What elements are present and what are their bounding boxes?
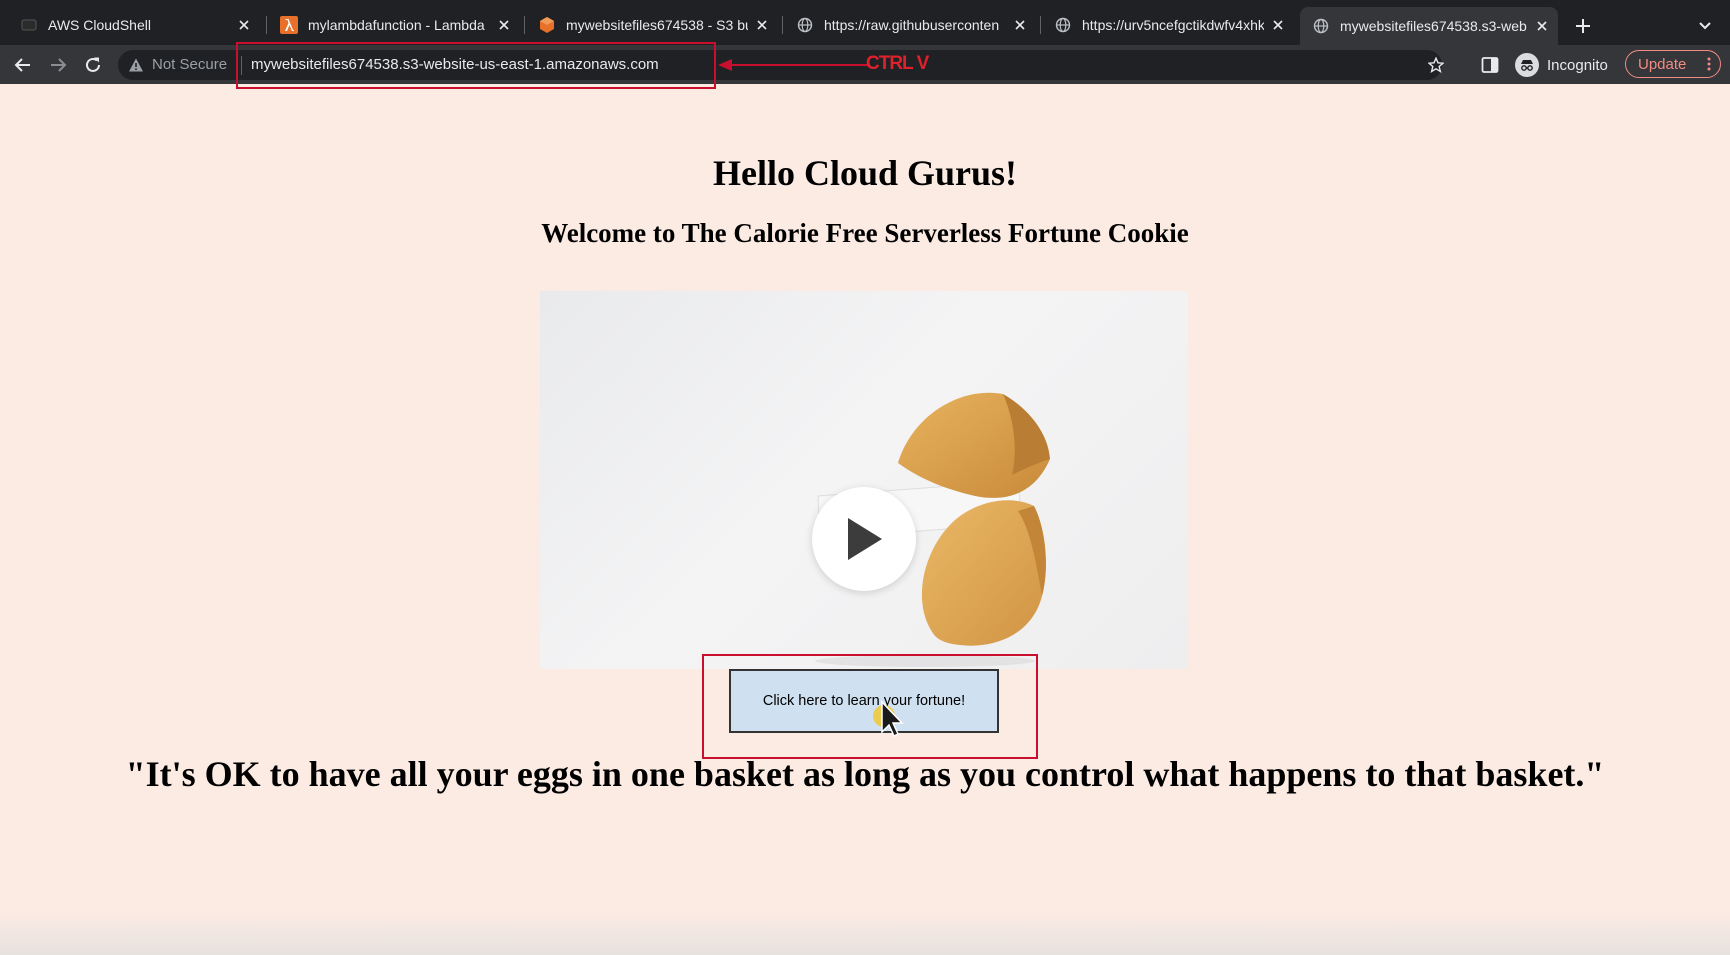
tab-title: AWS CloudShell: [48, 17, 151, 33]
forward-button[interactable]: [46, 53, 70, 77]
lambda-icon: [280, 16, 298, 34]
tab-separator: [524, 16, 525, 34]
tab-title: https://raw.githubuserconten: [824, 17, 1000, 33]
reload-icon: [86, 57, 100, 72]
incognito-icon: [1515, 53, 1539, 77]
tab-raw-github[interactable]: https://raw.githubuserconten: [784, 9, 1036, 41]
new-tab-button[interactable]: [1570, 13, 1596, 39]
tab-separator: [1040, 16, 1041, 34]
globe-icon: [1054, 16, 1072, 34]
update-label: Update: [1638, 55, 1687, 73]
profile-label: Incognito: [1547, 56, 1608, 74]
close-icon[interactable]: [496, 17, 512, 33]
close-icon[interactable]: [754, 17, 770, 33]
tab-s3-website[interactable]: mywebsitefiles674538.s3-web: [1300, 7, 1558, 45]
tab-api-endpoint[interactable]: https://urv5ncefgctikdwfv4xhk: [1042, 9, 1294, 41]
close-icon[interactable]: [236, 17, 252, 33]
globe-icon: [796, 16, 814, 34]
globe-icon: [1312, 17, 1330, 35]
page-subheading: Welcome to The Calorie Free Serverless F…: [541, 218, 1189, 248]
ctrl-v-annotation: CTRL V: [866, 53, 929, 74]
close-icon[interactable]: [1534, 18, 1550, 34]
arrow-left-icon: [14, 58, 30, 72]
url-highlight-box: [236, 42, 716, 89]
close-icon[interactable]: [1012, 17, 1028, 33]
s3-bucket-icon: [538, 16, 556, 34]
annotation-arrow-icon: [718, 59, 868, 71]
tab-search-button[interactable]: [1692, 13, 1718, 39]
page-heading: Hello Cloud Gurus!: [712, 153, 1018, 193]
back-button[interactable]: [11, 53, 35, 77]
bookmark-star-icon[interactable]: [1428, 57, 1444, 73]
play-button[interactable]: [812, 487, 916, 591]
tab-cloudshell[interactable]: AWS CloudShell: [8, 9, 260, 41]
arrow-right-icon: [51, 58, 67, 72]
side-panel-icon[interactable]: [1480, 55, 1500, 75]
video-player[interactable]: [540, 291, 1188, 669]
tab-separator: [266, 16, 267, 34]
chevron-down-icon: [1699, 22, 1711, 30]
update-button[interactable]: Update: [1625, 50, 1721, 78]
tab-s3-bucket[interactable]: mywebsitefiles674538 - S3 bu: [526, 9, 778, 41]
play-icon: [848, 518, 882, 560]
tab-lambda[interactable]: mylambdafunction - Lambda: [268, 9, 520, 41]
plus-icon: [1576, 19, 1590, 33]
fortune-quote: "It's OK to have all your eggs in one ba…: [125, 754, 1605, 794]
tab-title: mywebsitefiles674538 - S3 bu: [566, 17, 748, 33]
tab-separator: [782, 16, 783, 34]
tab-title: mylambdafunction - Lambda: [308, 17, 485, 33]
tab-title: mywebsitefiles674538.s3-web: [1340, 18, 1527, 34]
warning-icon[interactable]: [128, 57, 144, 73]
security-status[interactable]: Not Secure: [152, 56, 227, 73]
incognito-profile-button[interactable]: Incognito: [1515, 52, 1608, 78]
fortune-cookie-image: [815, 392, 1050, 667]
tab-strip: AWS CloudShell mylambdafunction - Lambda…: [0, 0, 1730, 45]
tab-title: https://urv5ncefgctikdwfv4xhk: [1082, 17, 1264, 33]
cloudshell-icon: [20, 16, 38, 34]
more-options-icon[interactable]: [1707, 57, 1711, 71]
close-icon[interactable]: [1270, 17, 1286, 33]
mouse-cursor-icon: [873, 700, 904, 738]
reload-button[interactable]: [81, 53, 105, 77]
page-bottom-shade: [0, 910, 1730, 955]
